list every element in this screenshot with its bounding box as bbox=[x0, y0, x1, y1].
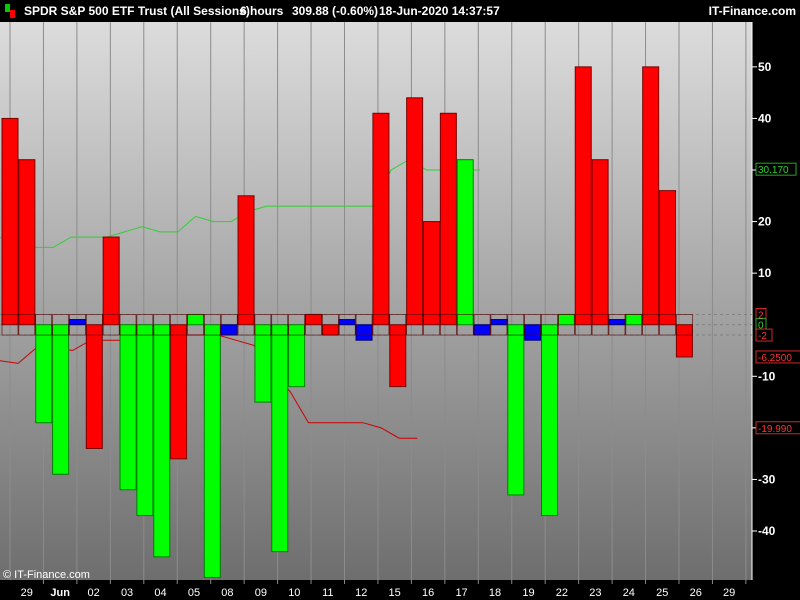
bar bbox=[102, 236, 120, 326]
bar bbox=[170, 324, 188, 460]
right-label: 30.170 bbox=[758, 165, 789, 176]
x-tick-label: 24 bbox=[623, 587, 635, 599]
bar bbox=[423, 221, 440, 326]
bar bbox=[591, 159, 609, 326]
bar bbox=[541, 324, 559, 517]
bar bbox=[625, 313, 643, 326]
y-tick-label: 50 bbox=[758, 60, 772, 74]
x-tick-label: 11 bbox=[322, 587, 333, 599]
datetime-label: 18-Jun-2020 14:37:57 bbox=[379, 4, 500, 18]
bar bbox=[1, 117, 19, 326]
chart-title: SPDR S&P 500 ETF Trust (All Sessions) bbox=[24, 4, 250, 18]
x-tick-label: 29 bbox=[723, 587, 735, 599]
x-tick-label: 18 bbox=[489, 587, 501, 599]
bar bbox=[304, 313, 322, 326]
bar bbox=[372, 112, 390, 326]
x-tick-label: 25 bbox=[656, 587, 668, 599]
y-tick-label: 20 bbox=[758, 215, 772, 229]
bar bbox=[153, 324, 171, 558]
bar bbox=[389, 324, 407, 388]
bar bbox=[254, 324, 272, 403]
x-tick-label: 23 bbox=[589, 587, 601, 599]
x-tick-label: 05 bbox=[188, 587, 200, 599]
chart: 5040302010-10-20-30-40 30.17020-2-6.2500… bbox=[0, 0, 800, 600]
x-tick-label: 04 bbox=[154, 587, 166, 599]
bar bbox=[119, 324, 137, 491]
bar bbox=[507, 324, 525, 496]
x-tick-label: 08 bbox=[221, 587, 233, 599]
bar bbox=[18, 159, 36, 326]
bar bbox=[338, 319, 356, 326]
bar bbox=[574, 66, 592, 326]
bar bbox=[35, 324, 53, 424]
bar bbox=[608, 319, 626, 326]
right-label: -2 bbox=[758, 331, 767, 342]
bar bbox=[203, 324, 221, 578]
bar bbox=[406, 97, 424, 326]
timeframe-label: 6 hours bbox=[240, 4, 284, 18]
bar bbox=[237, 195, 255, 326]
y-tick-label: 40 bbox=[758, 111, 772, 125]
bar bbox=[68, 319, 86, 326]
header-icon-down bbox=[10, 10, 15, 18]
x-tick-label: 15 bbox=[389, 587, 401, 599]
bar bbox=[456, 159, 474, 326]
x-tick-label: 26 bbox=[690, 587, 702, 599]
x-tick-label: 03 bbox=[121, 587, 133, 599]
bar bbox=[557, 313, 575, 326]
x-tick-label: Jun bbox=[50, 587, 70, 599]
x-tick-label: 12 bbox=[355, 587, 367, 599]
y-tick-label: -10 bbox=[758, 369, 776, 383]
bar bbox=[355, 324, 373, 341]
site-label[interactable]: IT-Finance.com bbox=[709, 4, 796, 18]
bar bbox=[659, 190, 677, 326]
y-tick-label: -40 bbox=[758, 524, 776, 538]
x-tick-label: 22 bbox=[556, 587, 568, 599]
x-tick-label: 02 bbox=[88, 587, 100, 599]
quote-label: 309.88 (-0.60%) bbox=[292, 4, 378, 18]
bar bbox=[288, 324, 306, 388]
bar bbox=[439, 112, 457, 326]
right-label: -19.990 bbox=[758, 424, 792, 435]
bar bbox=[186, 313, 204, 326]
bar bbox=[85, 324, 103, 449]
x-tick-label: 16 bbox=[422, 587, 434, 599]
watermark: © IT-Finance.com bbox=[3, 569, 90, 581]
bar bbox=[52, 324, 70, 475]
bar bbox=[321, 324, 339, 336]
header-icon-up bbox=[5, 4, 10, 12]
x-tick-label: 10 bbox=[288, 587, 300, 599]
bar bbox=[490, 319, 508, 326]
bar bbox=[220, 324, 238, 336]
bar bbox=[473, 324, 491, 336]
bar bbox=[675, 324, 693, 358]
x-tick-label: 09 bbox=[255, 587, 267, 599]
bar bbox=[642, 66, 660, 326]
x-tick-label: 29 bbox=[21, 587, 33, 599]
bar bbox=[271, 324, 289, 553]
y-tick-label: 10 bbox=[758, 266, 772, 280]
right-label: -6.2500 bbox=[758, 353, 792, 364]
x-tick-label: 19 bbox=[522, 587, 534, 599]
x-tick-label: 17 bbox=[455, 587, 467, 599]
y-tick-label: -30 bbox=[758, 472, 776, 486]
bar bbox=[136, 324, 154, 517]
bar bbox=[524, 324, 542, 341]
